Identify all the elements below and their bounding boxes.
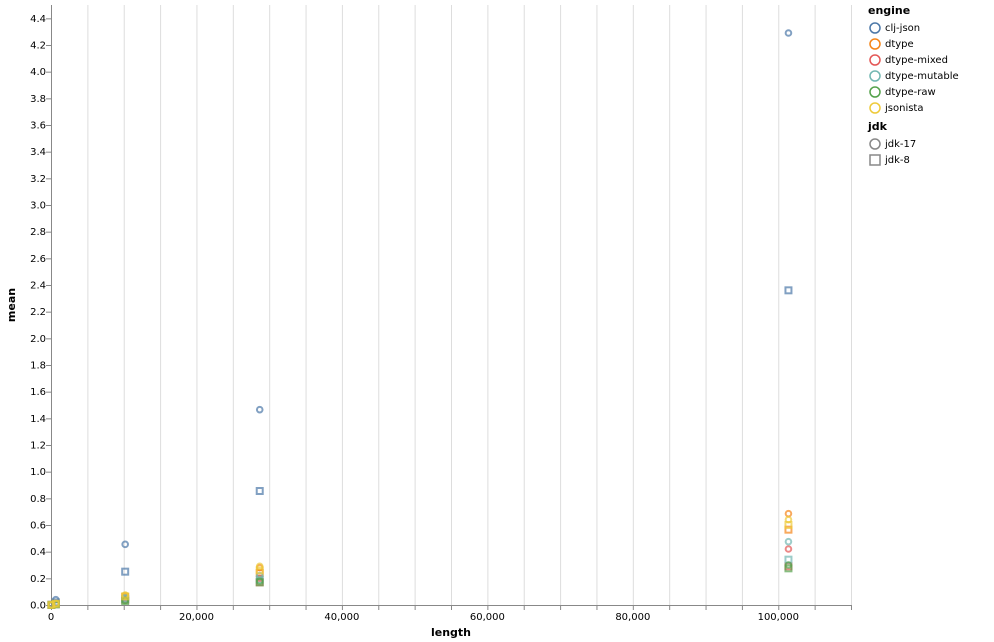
y-tick-label: 2.6 bbox=[30, 254, 46, 265]
legend-label: jdk-8 bbox=[885, 154, 910, 166]
y-tick-label: 0.2 bbox=[30, 574, 46, 585]
legend-circle-mark bbox=[869, 22, 881, 34]
y-tick-label: 2.0 bbox=[30, 334, 46, 345]
x-tick-label: 100,000 bbox=[758, 612, 799, 623]
legend-circle-icon bbox=[869, 22, 881, 34]
data-point-circle bbox=[784, 545, 793, 553]
legend-label: clj-json bbox=[885, 22, 921, 34]
data-point-square bbox=[784, 286, 793, 295]
legend-circle-mark bbox=[869, 38, 881, 50]
x-tick-label: 20,000 bbox=[179, 612, 214, 623]
y-tick-label: 3.6 bbox=[30, 121, 46, 132]
x-axis-title: length bbox=[431, 626, 471, 639]
y-axis-title: mean bbox=[5, 288, 18, 322]
y-tick-label: 2.4 bbox=[30, 281, 46, 292]
y-tick-label: 0.8 bbox=[30, 494, 46, 505]
legend-circle-mark bbox=[869, 70, 881, 82]
y-tick-label: 0.0 bbox=[30, 601, 46, 612]
legend-label: jdk-17 bbox=[885, 138, 917, 150]
legend-title: jdk bbox=[868, 120, 887, 133]
legend-item: dtype-mixed bbox=[868, 52, 992, 68]
legend-label: dtype-raw bbox=[885, 86, 936, 98]
scatter-chart: 0 20,000 40,000 60,000 80,000 100,000 0.0 0.2 0.… bbox=[5, 5, 852, 639]
legend-label: dtype bbox=[885, 38, 914, 50]
legend-circle-mark bbox=[869, 138, 881, 150]
y-tick-label: 3.8 bbox=[30, 94, 46, 105]
y-tick-label: 4.4 bbox=[30, 14, 46, 25]
y-tick-label: 2.2 bbox=[30, 307, 46, 318]
legend-label: dtype-mutable bbox=[885, 70, 959, 82]
legend-item: dtype bbox=[868, 36, 992, 52]
data-points bbox=[47, 29, 793, 609]
x-tick-label: 60,000 bbox=[470, 612, 505, 623]
legend-circle-icon bbox=[869, 54, 881, 66]
data-point-circle bbox=[784, 29, 793, 37]
y-tick-label: 1.2 bbox=[30, 441, 46, 452]
legend-circle-icon bbox=[869, 70, 881, 82]
data-point-square bbox=[121, 567, 130, 576]
y-tick-label: 3.2 bbox=[30, 174, 46, 185]
y-tick-label: 1.8 bbox=[30, 361, 46, 372]
legend-item: dtype-mutable bbox=[868, 68, 992, 84]
legend-label: dtype-mixed bbox=[885, 54, 948, 66]
y-tick-label: 1.0 bbox=[30, 467, 46, 478]
legend-label: jsonista bbox=[885, 102, 924, 114]
y-tick-label: 1.6 bbox=[30, 387, 46, 398]
legend-circle-mark bbox=[869, 86, 881, 98]
data-point-circle bbox=[121, 540, 129, 549]
y-tick-label: 4.0 bbox=[30, 67, 46, 78]
legend-item: clj-json bbox=[868, 20, 992, 36]
legend-title: engine bbox=[868, 4, 911, 17]
legend-circle-icon bbox=[869, 38, 881, 50]
y-tick-label: 0.6 bbox=[30, 521, 46, 532]
legend-circle-mark bbox=[869, 54, 881, 66]
legend-square-mark bbox=[869, 154, 881, 166]
y-tick-label: 2.8 bbox=[30, 227, 46, 238]
data-point-square bbox=[51, 599, 60, 608]
data-point-square bbox=[784, 521, 793, 529]
legend-item: jsonista bbox=[868, 100, 992, 116]
axes: 0 20,000 40,000 60,000 80,000 100,000 0.0 0.2 0.… bbox=[30, 5, 852, 623]
legend-circle-icon bbox=[869, 138, 881, 150]
data-point-square bbox=[255, 487, 264, 495]
legend-circle-icon bbox=[869, 86, 881, 98]
data-point-circle bbox=[255, 405, 264, 414]
legend-group-engine: engine clj-json dtype dtype-mixed dtype-muta… bbox=[868, 4, 992, 116]
y-tick-label: 3.0 bbox=[30, 201, 46, 212]
y-tick-label: 4.2 bbox=[30, 41, 46, 52]
y-tick-label: 0.4 bbox=[30, 547, 46, 558]
x-tick-label: 80,000 bbox=[615, 612, 650, 623]
data-point-circle bbox=[784, 537, 793, 546]
x-tick-label: 0 bbox=[48, 612, 54, 623]
data-point-circle bbox=[784, 509, 793, 518]
legend-circle-icon bbox=[869, 102, 881, 114]
legend-item: jdk-17 bbox=[868, 136, 992, 152]
x-tick-label: 40,000 bbox=[324, 612, 359, 623]
grid-lines bbox=[51, 5, 852, 605]
legend-item: jdk-8 bbox=[868, 152, 992, 168]
legend-item: dtype-raw bbox=[868, 84, 992, 100]
legend-group-jdk: jdk jdk-17 jdk-8 bbox=[868, 120, 992, 168]
legend-circle-mark bbox=[869, 102, 881, 114]
y-tick-label: 1.4 bbox=[30, 414, 46, 425]
y-tick-label: 3.4 bbox=[30, 147, 46, 158]
legend-square-icon bbox=[869, 154, 881, 166]
legend: engine clj-json dtype dtype-mixed dtype-muta… bbox=[868, 4, 992, 168]
